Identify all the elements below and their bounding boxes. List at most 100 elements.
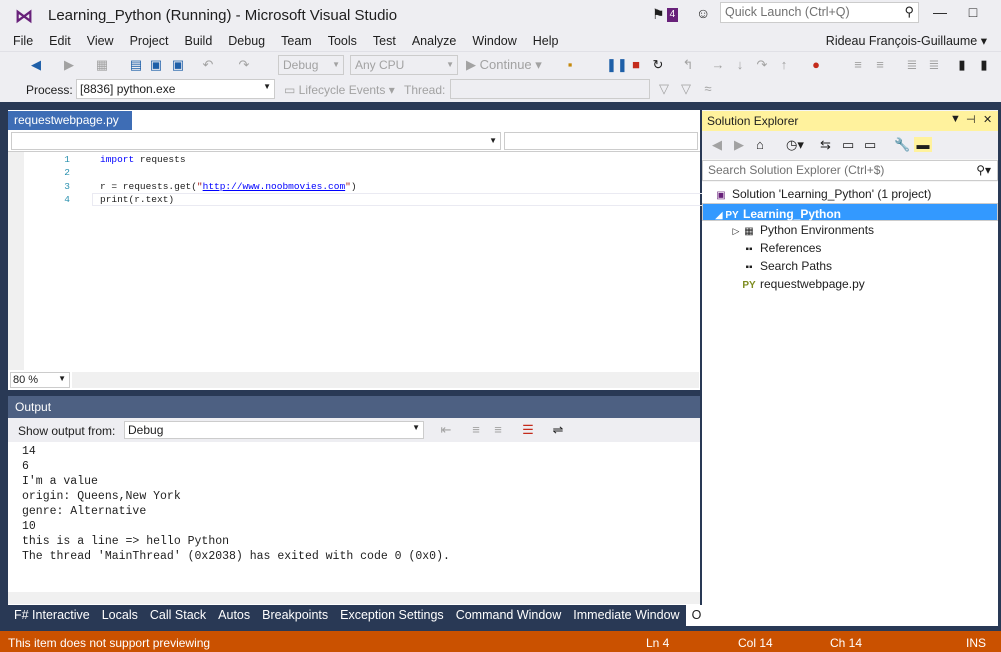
feedback-icon[interactable]: ☺ — [696, 5, 710, 21]
solution-platform-dropdown[interactable]: Any CPU ▼ — [350, 55, 458, 75]
comment-icon[interactable]: ≡ — [850, 56, 866, 74]
menu-build[interactable]: Build — [176, 34, 220, 48]
process-dropdown[interactable]: [8836] python.exe ▼ — [76, 79, 275, 99]
step-up-icon[interactable]: ↑ — [776, 56, 792, 74]
tree-search-paths[interactable]: ▪▪ Search Paths — [702, 257, 998, 275]
menu-view[interactable]: View — [79, 34, 122, 48]
menu-file[interactable]: File — [0, 34, 41, 48]
new-project-icon[interactable]: ▦ — [94, 56, 110, 74]
maximize-button[interactable]: □ — [962, 4, 984, 24]
step-out-icon[interactable]: ↷ — [754, 56, 770, 74]
menu-help[interactable]: Help — [525, 34, 567, 48]
thread-dropdown[interactable] — [450, 79, 650, 99]
forward-icon[interactable]: ▶ — [734, 137, 744, 153]
code-editor[interactable]: 1 import requests 2 3 r = requests.get("… — [8, 152, 715, 370]
previous-message-icon[interactable]: ≡ — [468, 421, 484, 439]
properties-icon[interactable]: 🔧 — [894, 137, 910, 153]
next-bookmark-icon[interactable]: ▮ — [976, 56, 992, 74]
tab-autos[interactable]: Autos — [212, 605, 256, 626]
filter-all-icon[interactable]: ▽ — [678, 80, 694, 98]
output-source-dropdown[interactable]: Debug ▼ — [124, 421, 424, 439]
flag-icon[interactable]: ⚑ — [652, 6, 665, 23]
member-dropdown[interactable] — [504, 132, 698, 150]
solution-explorer-search[interactable]: Search Solution Explorer (Ctrl+$) ⚲▾ — [702, 160, 998, 181]
next-message-icon[interactable]: ≡ — [490, 421, 506, 439]
tree-solution[interactable]: ▣ Solution 'Learning_Python' (1 project) — [702, 185, 998, 203]
restart-icon[interactable]: ↻ — [650, 56, 666, 74]
menu-test[interactable]: Test — [365, 34, 404, 48]
forward-icon[interactable]: ▶ — [62, 56, 76, 74]
attach-process-icon[interactable]: ▪ — [562, 56, 578, 74]
tab-breakpoints[interactable]: Breakpoints — [256, 605, 334, 626]
bookmark-icon[interactable]: ▮ — [954, 56, 970, 74]
menu-team[interactable]: Team — [273, 34, 320, 48]
clear-all-icon[interactable]: ☰ — [520, 421, 536, 439]
tree-references[interactable]: ▪▪ References — [702, 239, 998, 257]
notification-badge: 4 — [666, 7, 679, 22]
zoom-dropdown[interactable]: 80 % ▼ — [10, 372, 70, 388]
tab-immediate-window[interactable]: Immediate Window — [567, 605, 685, 626]
menu-window[interactable]: Window — [464, 34, 524, 48]
step-over-icon[interactable]: ↓ — [732, 56, 748, 74]
save-icon[interactable]: ▣ — [148, 56, 164, 74]
menu-edit[interactable]: Edit — [41, 34, 79, 48]
search-icon: ⚲▾ — [976, 163, 991, 177]
tab-call-stack[interactable]: Call Stack — [144, 605, 212, 626]
filter-icon[interactable]: ▽ — [656, 80, 672, 98]
preview-selected-icon[interactable]: ▬ — [914, 137, 932, 152]
outdent-icon[interactable]: ≣ — [904, 56, 920, 74]
tree-project[interactable]: ◢ PY Learning_Python — [702, 203, 998, 221]
editor-horizontal-scrollbar[interactable] — [72, 372, 699, 388]
uncomment-icon[interactable]: ≡ — [872, 56, 888, 74]
tab-exception-settings[interactable]: Exception Settings — [334, 605, 450, 626]
redo-icon[interactable]: ↷ — [236, 56, 252, 74]
save-all-icon[interactable]: ▣ — [170, 56, 186, 74]
continue-button[interactable]: ▶ Continue ▾ — [466, 56, 556, 74]
collapse-all-icon[interactable]: ▭ — [842, 137, 854, 153]
minimize-button[interactable]: — — [929, 4, 951, 24]
window-position-icon[interactable]: ▼ — [950, 113, 961, 125]
pin-icon[interactable]: ⊣ — [966, 113, 976, 126]
back-icon[interactable]: ◀ — [28, 56, 44, 74]
pending-changes-icon[interactable]: ◷▾ — [786, 137, 804, 153]
show-all-files-icon[interactable]: ▭ — [864, 137, 876, 153]
expand-arrow-icon[interactable]: ▷ — [730, 222, 742, 240]
lifecycle-events-button[interactable]: ▭ Lifecycle Events ▾ — [284, 83, 395, 97]
output-horizontal-scrollbar[interactable] — [8, 592, 700, 604]
tab-fsharp-interactive[interactable]: F# Interactive — [8, 605, 96, 626]
status-insert-mode: INS — [966, 636, 987, 650]
breakpoint-toggle-icon[interactable]: ● — [808, 56, 824, 74]
tab-locals[interactable]: Locals — [96, 605, 144, 626]
stop-icon[interactable]: ■ — [628, 56, 644, 74]
stack-frame-icon[interactable]: ≈ — [700, 80, 716, 98]
pause-icon[interactable]: ❚❚ — [606, 56, 628, 74]
menu-debug[interactable]: Debug — [220, 34, 273, 48]
sync-icon[interactable]: ⇆ — [820, 137, 831, 153]
find-message-icon[interactable]: ⇤ — [438, 421, 454, 439]
open-file-icon[interactable]: ▤ — [128, 56, 144, 74]
show-output-label: Show output from: — [18, 424, 116, 438]
tab-command-window[interactable]: Command Window — [450, 605, 568, 626]
solution-configuration-dropdown[interactable]: Debug ▼ — [278, 55, 344, 75]
undo-icon[interactable]: ↶ — [200, 56, 216, 74]
tree-python-environments[interactable]: ▷ ▦ Python Environments — [702, 221, 998, 239]
code-url-link[interactable]: http://www.noobmovies.com — [203, 181, 346, 192]
step-into-icon[interactable]: → — [710, 56, 726, 74]
menu-tools[interactable]: Tools — [320, 34, 365, 48]
menu-analyze[interactable]: Analyze — [404, 34, 464, 48]
output-title: Output — [8, 396, 700, 418]
scope-dropdown[interactable]: ▼ — [11, 132, 501, 150]
tree-requestwebpage[interactable]: PY requestwebpage.py — [702, 275, 998, 293]
word-wrap-icon[interactable]: ⇌ — [550, 421, 566, 439]
tab-requestwebpage[interactable]: requestwebpage.py — [8, 111, 132, 130]
home-icon[interactable]: ⌂ — [756, 137, 764, 152]
quick-launch-input[interactable]: Quick Launch (Ctrl+Q) ⚲ — [720, 2, 919, 23]
menu-project[interactable]: Project — [122, 34, 177, 48]
show-next-statement-icon[interactable]: ↰ — [680, 56, 696, 74]
user-account[interactable]: Rideau François-Guillaume ▾ — [826, 33, 987, 48]
notifications[interactable]: ⚑ 4 — [652, 6, 679, 23]
indent-icon[interactable]: ≣ — [926, 56, 942, 74]
close-icon[interactable]: ✕ — [983, 113, 992, 126]
back-icon[interactable]: ◀ — [712, 137, 722, 153]
output-text[interactable]: 14 6 I'm a value origin: Queens,New York… — [22, 444, 450, 564]
